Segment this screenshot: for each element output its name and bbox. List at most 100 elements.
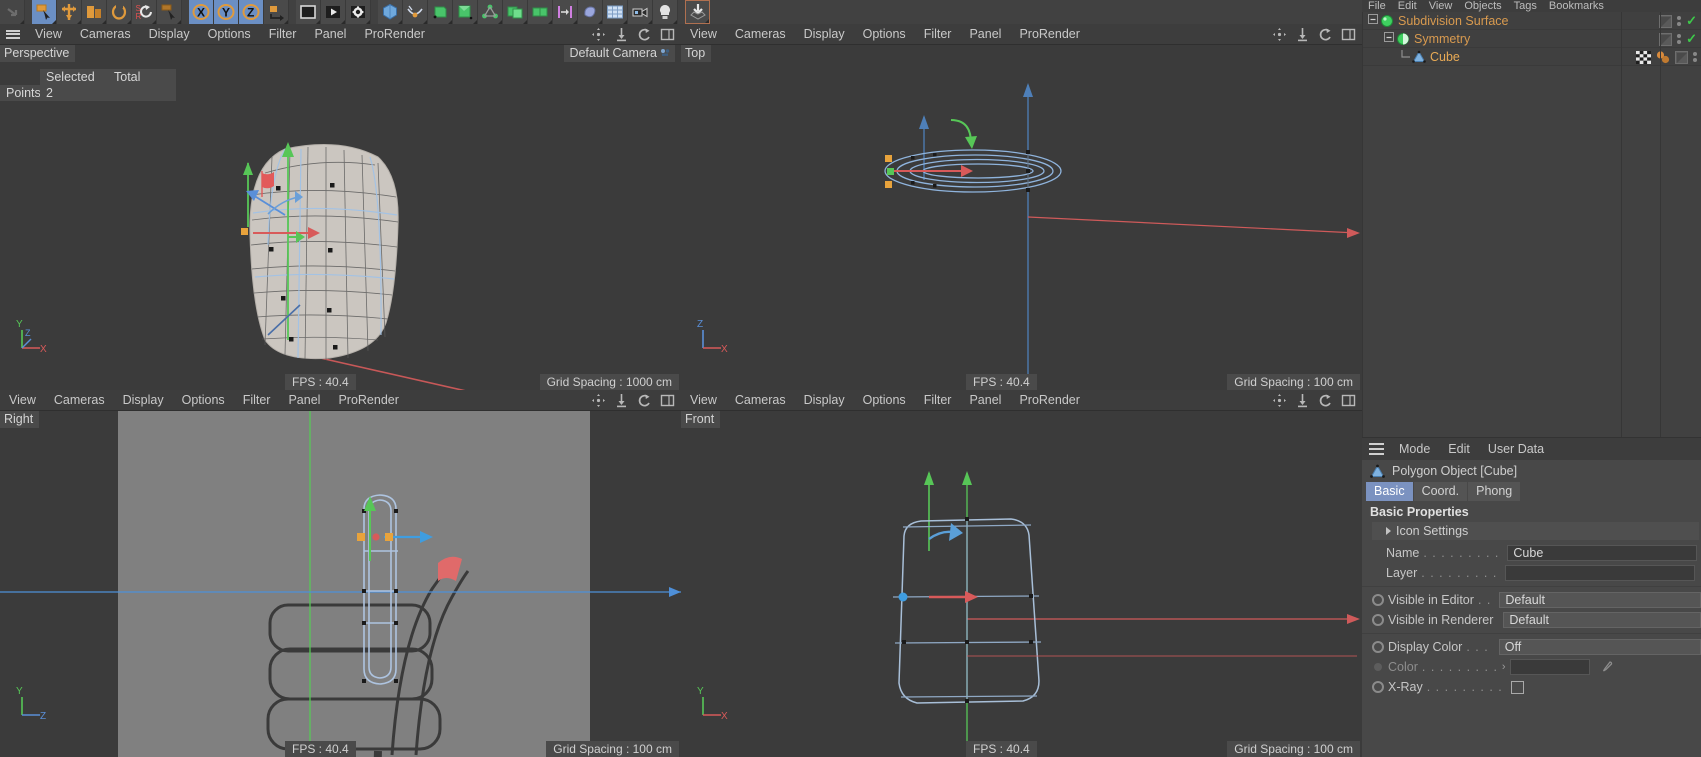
viewport-menu-filter[interactable]: Filter: [915, 24, 961, 45]
world-object-coordinates-button[interactable]: [264, 0, 289, 24]
lock-x-axis-button[interactable]: X: [189, 0, 214, 24]
am-menu-mode[interactable]: Mode: [1390, 442, 1439, 456]
add-camera-button[interactable]: [628, 0, 653, 24]
display-color-dropdown[interactable]: Off: [1498, 639, 1701, 655]
viewport-menu-display[interactable]: Display: [795, 390, 854, 411]
object-row-subdivision-surface[interactable]: Subdivision Surface ✓: [1362, 12, 1701, 30]
perspective-viewport[interactable]: View Cameras Display Options Filter Pane…: [0, 24, 681, 390]
add-environment-button[interactable]: [603, 0, 628, 24]
viewport-menu-cameras[interactable]: Cameras: [71, 24, 140, 45]
add-boole-button[interactable]: [503, 0, 528, 24]
om-menu-bookmarks[interactable]: Bookmarks: [1543, 0, 1610, 12]
animate-radio-icon[interactable]: [1372, 614, 1384, 626]
am-menu-user-data[interactable]: User Data: [1479, 442, 1553, 456]
icon-settings-group[interactable]: Icon Settings: [1372, 522, 1699, 540]
animate-radio-icon[interactable]: [1372, 641, 1384, 653]
viewport-menu-panel[interactable]: Panel: [279, 390, 329, 411]
front-canvas[interactable]: Front Y X FPS: 40.4 Grid Spacing: 100 …: [681, 411, 1362, 757]
right-canvas[interactable]: Right Y Z FPS: 40.4 Grid Spacing: 100 …: [0, 411, 681, 757]
viewport-menu-cameras[interactable]: Cameras: [726, 24, 795, 45]
polygon-pen-button[interactable]: [685, 0, 710, 24]
viewport-menu-filter[interactable]: Filter: [234, 390, 280, 411]
add-cube-primitive-button[interactable]: [378, 0, 403, 24]
visibility-tag-box[interactable]: [1659, 14, 1673, 28]
hamburger-icon[interactable]: [1362, 442, 1390, 457]
object-row-cube[interactable]: Cube: [1362, 48, 1701, 66]
add-deformer-button[interactable]: [528, 0, 553, 24]
om-menu-view[interactable]: View: [1423, 0, 1459, 12]
scale-tool-button[interactable]: [82, 0, 107, 24]
viewport-menu-prorender[interactable]: ProRender: [1010, 390, 1088, 411]
viewport-menu-filter[interactable]: Filter: [260, 24, 306, 45]
top-canvas[interactable]: Top Z X FPS: 40.4 Grid Spacing: 100 cm: [681, 45, 1362, 390]
scale-viewport-icon[interactable]: [614, 393, 629, 408]
scale-viewport-icon[interactable]: [1295, 393, 1310, 408]
color-swatch-input[interactable]: [1509, 659, 1590, 675]
add-array-button[interactable]: [478, 0, 503, 24]
tab-basic[interactable]: Basic: [1366, 482, 1413, 501]
texture-tag-icon[interactable]: [1636, 50, 1651, 64]
layer-input[interactable]: [1505, 565, 1696, 581]
viewport-menu-options[interactable]: Options: [173, 390, 234, 411]
viewport-menu-display[interactable]: Display: [114, 390, 173, 411]
enabled-check-icon[interactable]: ✓: [1686, 13, 1697, 29]
eyedropper-icon[interactable]: [1599, 660, 1613, 674]
move-tool-button[interactable]: [57, 0, 82, 24]
move-viewport-icon[interactable]: [1272, 393, 1287, 408]
viewport-menu-view[interactable]: View: [0, 390, 45, 411]
visibility-dots[interactable]: [1677, 34, 1682, 44]
top-viewport[interactable]: View Cameras Display Options Filter Pane…: [681, 24, 1362, 390]
hamburger-icon[interactable]: [0, 28, 26, 40]
viewport-menu-prorender[interactable]: ProRender: [355, 24, 433, 45]
viewport-menu-display[interactable]: Display: [795, 24, 854, 45]
add-light-button[interactable]: [653, 0, 678, 24]
undo-redo-rotate-button[interactable]: SR: [132, 0, 157, 24]
render-view-button[interactable]: [296, 0, 321, 24]
lock-z-axis-button[interactable]: Z: [239, 0, 264, 24]
om-menu-file[interactable]: File: [1362, 0, 1392, 12]
maximize-viewport-icon[interactable]: [660, 27, 675, 42]
rotate-viewport-icon[interactable]: [1318, 393, 1333, 408]
viewport-menu-cameras[interactable]: Cameras: [45, 390, 114, 411]
viewport-menu-options[interactable]: Options: [854, 390, 915, 411]
name-input[interactable]: Cube: [1507, 545, 1698, 561]
scale-viewport-icon[interactable]: [614, 27, 629, 42]
viewport-menu-panel[interactable]: Panel: [305, 24, 355, 45]
visibility-tag-box[interactable]: [1659, 32, 1673, 46]
render-to-picture-viewer-button[interactable]: [321, 0, 346, 24]
add-spline-button[interactable]: [403, 0, 428, 24]
rotate-viewport-icon[interactable]: [637, 393, 652, 408]
viewport-camera-label[interactable]: Default Camera: [564, 45, 675, 62]
move-viewport-icon[interactable]: [591, 393, 606, 408]
viewport-menu-prorender[interactable]: ProRender: [1010, 24, 1088, 45]
viewport-menu-options[interactable]: Options: [854, 24, 915, 45]
rotate-viewport-icon[interactable]: [1318, 27, 1333, 42]
expand-collapse-icon[interactable]: [1382, 31, 1396, 46]
viewport-menu-display[interactable]: Display: [140, 24, 199, 45]
animate-radio-icon[interactable]: [1372, 594, 1384, 606]
front-viewport[interactable]: View Cameras Display Options Filter Pane…: [681, 390, 1362, 757]
viewport-menu-panel[interactable]: Panel: [960, 24, 1010, 45]
enabled-check-icon[interactable]: ✓: [1686, 31, 1697, 47]
object-row-symmetry[interactable]: Symmetry ✓: [1362, 30, 1701, 48]
scale-viewport-icon[interactable]: [1295, 27, 1310, 42]
rotate-tool-button[interactable]: [107, 0, 132, 24]
maximize-viewport-icon[interactable]: [660, 393, 675, 408]
visibility-dots[interactable]: [1693, 52, 1697, 62]
render-settings-button[interactable]: [346, 0, 371, 24]
chevron-right-icon[interactable]: ›: [1502, 661, 1506, 673]
add-field-button[interactable]: [553, 0, 578, 24]
lock-y-axis-button[interactable]: Y: [214, 0, 239, 24]
tab-coord[interactable]: Coord.: [1413, 482, 1468, 501]
visible-in-renderer-dropdown[interactable]: Default: [1503, 612, 1701, 628]
add-subdivision-surface-button[interactable]: [453, 0, 478, 24]
selection-mode-button[interactable]: [32, 0, 57, 24]
om-menu-objects[interactable]: Objects: [1458, 0, 1507, 12]
xray-checkbox[interactable]: [1510, 680, 1524, 694]
viewport-menu-view[interactable]: View: [681, 390, 726, 411]
viewport-menu-panel[interactable]: Panel: [960, 390, 1010, 411]
viewport-menu-view[interactable]: View: [681, 24, 726, 45]
move-viewport-icon[interactable]: [591, 27, 606, 42]
move-viewport-icon[interactable]: [1272, 27, 1287, 42]
animate-radio-icon[interactable]: [1372, 681, 1384, 693]
